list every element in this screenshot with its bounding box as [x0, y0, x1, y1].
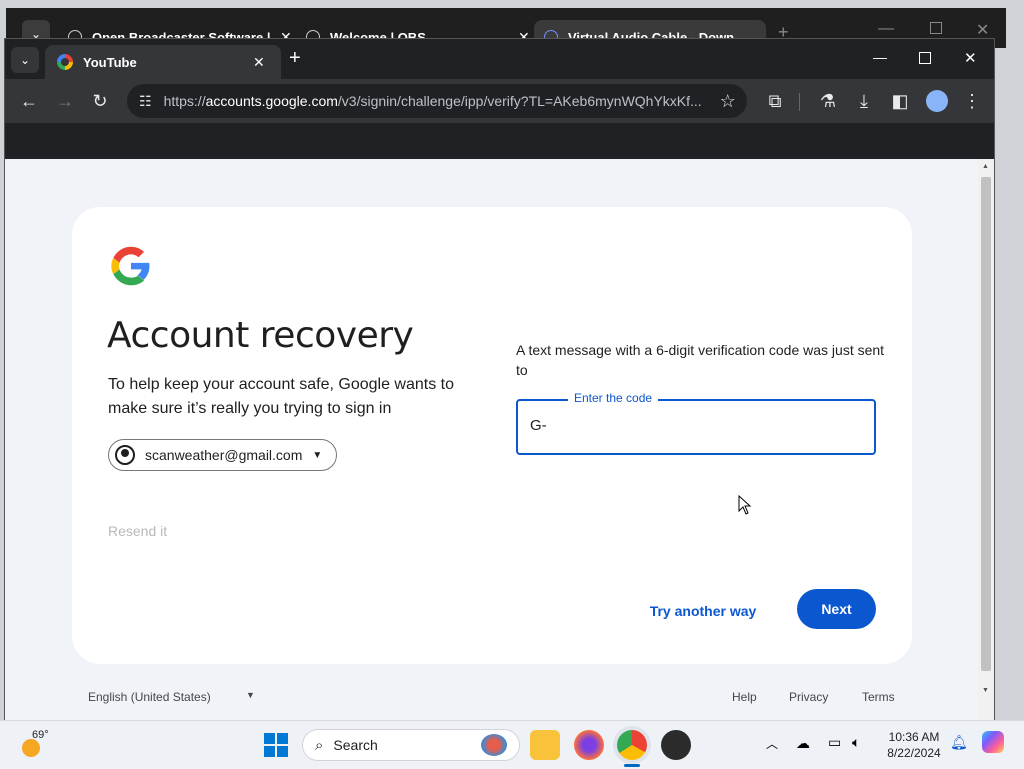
back-arrow-icon[interactable]: ← — [17, 89, 41, 113]
bookmark-star-icon[interactable]: ☆ — [720, 91, 736, 112]
scroll-up-arrow-icon[interactable]: ▲ — [982, 163, 989, 170]
close-icon[interactable]: ✕ — [253, 54, 265, 71]
active-app-indicator — [624, 764, 640, 767]
url-text[interactable]: https://accounts.google.com/v3/signin/ch… — [164, 93, 704, 109]
firefox-icon[interactable] — [574, 730, 604, 760]
code-input[interactable]: Enter the code G- — [516, 391, 876, 455]
recovery-card: Account recovery To help keep your accou… — [72, 207, 912, 664]
next-button[interactable]: Next — [797, 589, 876, 629]
weather-widget[interactable]: 69° — [20, 729, 60, 761]
menu-kebab-icon[interactable]: ⋮ — [960, 89, 984, 113]
page-footer: English (United States) ▼ Help Privacy T… — [5, 684, 978, 714]
page-scrollbar[interactable]: ▲ ▼ — [978, 159, 994, 720]
resend-link[interactable]: Resend it — [108, 523, 167, 539]
language-select[interactable]: English (United States) ▼ — [88, 690, 258, 704]
search-highlight-icon — [481, 734, 507, 756]
scroll-down-arrow-icon[interactable]: ▼ — [982, 687, 989, 694]
new-tab-icon[interactable]: + — [289, 47, 301, 70]
footer-link-privacy[interactable]: Privacy — [789, 690, 828, 704]
tab-title: YouTube — [83, 54, 137, 70]
tab-strip: ⌄ YouTube ✕ + — ✕ — [5, 39, 994, 79]
minimize-icon[interactable]: — — [873, 49, 887, 65]
divider — [799, 93, 800, 111]
taskbar: 69° ⌕ Search ︿ ☁ ▭ 🔈︎ 10:36 AM 8/22/2024… — [0, 720, 1024, 769]
scroll-thumb[interactable] — [981, 177, 991, 671]
page-viewport: Account recovery To help keep your accou… — [5, 159, 978, 720]
file-explorer-icon[interactable] — [530, 730, 560, 760]
google-favicon-icon — [57, 54, 73, 70]
search-icon: ⌕ — [315, 736, 324, 754]
footer-link-help[interactable]: Help — [732, 690, 757, 704]
side-panel-icon[interactable]: ◧ — [888, 89, 912, 113]
account-circle-icon — [115, 445, 135, 465]
chrome-icon[interactable] — [617, 730, 647, 760]
sun-icon — [22, 739, 40, 757]
maximize-icon[interactable] — [919, 52, 931, 64]
close-window-icon[interactable]: ✕ — [976, 20, 989, 40]
code-input-value[interactable]: G- — [530, 417, 547, 434]
instruction-text: A text message with a 6-digit verificati… — [516, 342, 885, 378]
try-another-way-button[interactable]: Try another way — [638, 591, 768, 631]
page-subtitle: To help keep your account safe, Google w… — [108, 376, 454, 417]
obs-icon[interactable] — [661, 730, 691, 760]
extensions-icon[interactable]: ⧉ — [763, 89, 787, 113]
address-bar[interactable]: ☷ https://accounts.google.com/v3/signin/… — [127, 84, 747, 118]
labs-flask-icon[interactable]: ⚗ — [816, 89, 840, 113]
network-icon[interactable]: ▭ — [828, 734, 841, 751]
footer-link-terms[interactable]: Terms — [862, 690, 895, 704]
caret-down-icon: ▼ — [246, 690, 255, 700]
page-title: Account recovery — [107, 315, 414, 356]
notification-bell-icon[interactable]: 🔔︎ — [950, 734, 968, 751]
close-window-icon[interactable]: ✕ — [964, 49, 977, 67]
account-email: scanweather@gmail.com — [145, 447, 303, 463]
account-chip[interactable]: scanweather@gmail.com ▼ — [108, 439, 338, 471]
tab-youtube[interactable]: YouTube ✕ — [45, 45, 281, 79]
start-windows-icon[interactable] — [264, 733, 288, 757]
site-info-icon[interactable]: ☷ — [139, 93, 152, 110]
browser-window: ⌄ YouTube ✕ + — ✕ ← → ↻ ☷ https://accoun… — [5, 39, 994, 720]
reload-icon[interactable]: ↻ — [88, 89, 112, 113]
toolbar: ← → ↻ ☷ https://accounts.google.com/v3/s… — [5, 79, 994, 123]
taskbar-search[interactable]: ⌕ Search — [302, 729, 520, 761]
google-logo-icon — [111, 246, 150, 286]
minimize-icon[interactable]: — — [878, 20, 894, 38]
mouse-cursor-icon — [738, 495, 752, 515]
volume-icon[interactable]: 🔈︎ — [852, 734, 860, 751]
copilot-icon[interactable] — [982, 731, 1004, 753]
tab-search-button[interactable]: ⌄ — [11, 47, 39, 73]
caret-down-icon: ▼ — [312, 449, 323, 461]
system-clock[interactable]: 10:36 AM 8/22/2024 — [880, 729, 948, 761]
download-icon[interactable]: ⤓ — [852, 89, 876, 113]
show-hidden-icons-chevron-icon[interactable]: ︿ — [766, 735, 778, 752]
maximize-icon[interactable] — [930, 22, 942, 34]
forward-arrow-icon[interactable]: → — [53, 89, 77, 113]
bookmarks-bar — [5, 123, 994, 159]
code-input-label: Enter the code — [568, 391, 659, 405]
profile-avatar-icon[interactable] — [926, 90, 948, 112]
onedrive-sync-icon[interactable]: ☁ — [796, 735, 810, 752]
